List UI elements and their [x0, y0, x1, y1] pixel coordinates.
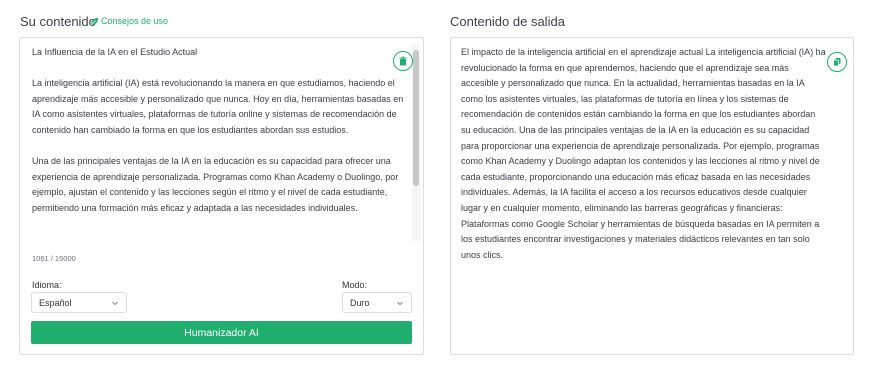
- mode-value: Duro: [350, 297, 370, 308]
- trash-icon: [399, 56, 407, 66]
- copy-button[interactable]: [827, 52, 847, 72]
- usage-tips-label[interactable]: Consejos de uso: [101, 16, 168, 26]
- output-box: El impacto de la inteligencia artificial…: [450, 37, 854, 355]
- delete-button[interactable]: [393, 51, 413, 71]
- chevron-down-icon: [112, 301, 118, 306]
- humanize-button[interactable]: Humanizador AI: [31, 321, 412, 344]
- language-label: Idioma:: [32, 280, 62, 290]
- copy-icon: [833, 58, 841, 67]
- language-select[interactable]: Español: [31, 292, 127, 313]
- input-textarea[interactable]: La Influencia de la IA en el Estudio Act…: [32, 45, 407, 241]
- scrollbar-thumb[interactable]: [413, 50, 419, 186]
- language-value: Español: [39, 297, 72, 308]
- input-panel-title: Su contenido: [20, 14, 96, 29]
- character-counter: 1061 / 15000: [32, 254, 76, 263]
- output-text: El impacto de la inteligencia artificial…: [461, 47, 829, 260]
- output-panel-title: Contenido de salida: [450, 14, 565, 29]
- chevron-down-icon: [397, 301, 403, 306]
- input-box: La Influencia de la IA en el Estudio Act…: [19, 37, 424, 355]
- mode-label: Modo:: [342, 280, 368, 290]
- leaf-icon: [90, 17, 99, 25]
- usage-tips-link[interactable]: Consejos de uso: [90, 16, 168, 26]
- mode-select[interactable]: Duro: [342, 292, 412, 313]
